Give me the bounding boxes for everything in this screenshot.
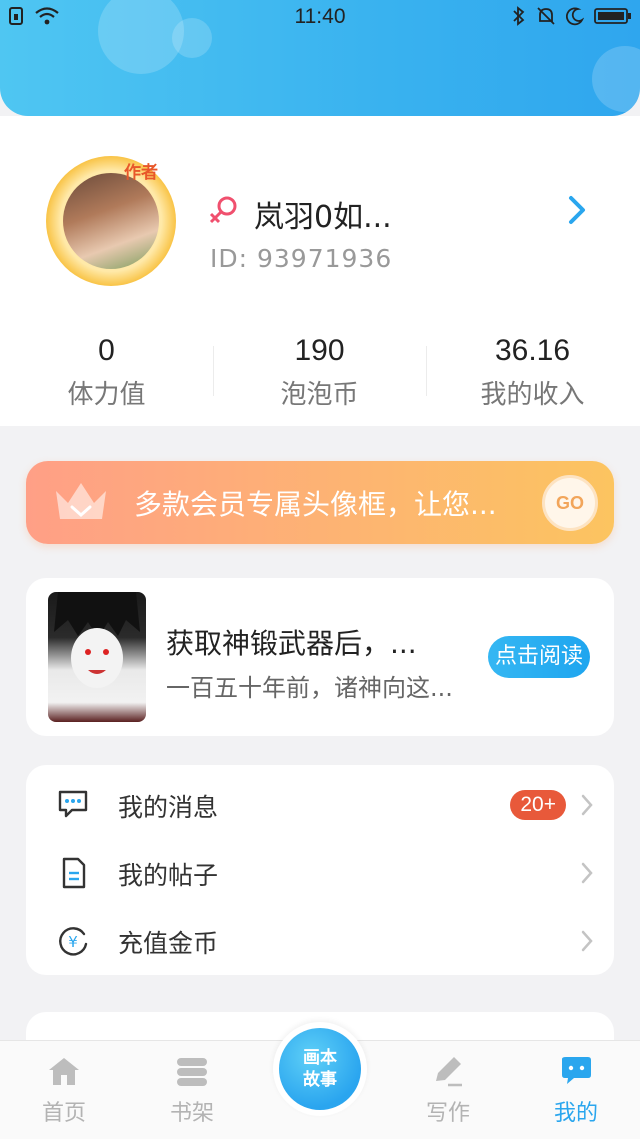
stats-row: 0 体力值 190 泡泡币 36.16 我的收入	[0, 334, 640, 414]
stat-value: 190	[294, 334, 345, 367]
status-bar: 11:40	[0, 0, 640, 34]
go-button[interactable]: GO	[542, 475, 598, 531]
menu-item-messages[interactable]: 我的消息 20+	[26, 770, 614, 836]
center-label-line1: 画本	[303, 1048, 337, 1068]
center-label-line2: 故事	[303, 1070, 337, 1090]
tab-label: 书架	[169, 1101, 214, 1126]
chevron-right-icon	[581, 862, 593, 884]
stat-bubble-coins[interactable]: 190 泡泡币	[213, 334, 426, 411]
document-icon	[62, 857, 86, 889]
moon-icon	[566, 7, 584, 26]
svg-text:¥: ¥	[68, 933, 78, 951]
tab-label: 写作	[425, 1101, 470, 1126]
stat-label: 泡泡币	[280, 380, 359, 410]
coin-icon: ¥	[59, 927, 88, 956]
tab-label: 首页	[41, 1101, 86, 1126]
bluetooth-icon	[513, 6, 525, 26]
username[interactable]: 岚羽0如...	[254, 192, 392, 236]
recommend-desc: 一百五十年前，诸神向这...	[166, 674, 453, 702]
recommend-title: 获取神锻武器后，...	[166, 627, 417, 660]
vip-banner[interactable]: 多款会员专属头像框，让您... GO	[26, 461, 614, 544]
pen-icon	[436, 1057, 462, 1087]
vip-banner-text: 多款会员专属头像框，让您...	[134, 488, 497, 521]
message-icon	[58, 790, 88, 818]
menu-label: 我的帖子	[118, 861, 219, 890]
tab-bookshelf[interactable]: 书架	[147, 1055, 237, 1127]
stat-stamina[interactable]: 0 体力值	[0, 334, 213, 411]
menu-label: 充值金币	[118, 929, 219, 958]
chat-bubble-icon	[562, 1057, 591, 1084]
picture-story-button[interactable]: 画本 故事	[273, 1022, 367, 1116]
chevron-right-icon	[581, 930, 593, 952]
avatar-image	[63, 173, 159, 269]
stat-label: 我的收入	[480, 380, 585, 410]
home-icon	[49, 1058, 79, 1085]
tab-home[interactable]: 首页	[19, 1055, 109, 1127]
stat-income[interactable]: 36.16 我的收入	[426, 334, 639, 411]
mute-icon	[537, 7, 555, 25]
stat-label: 体力值	[67, 380, 146, 410]
recommend-card[interactable]: 获取神锻武器后，... 一百五十年前，诸神向这... 点击阅读	[26, 578, 614, 736]
crown-icon	[56, 483, 106, 519]
chevron-right-icon	[581, 794, 593, 816]
read-button[interactable]: 点击阅读	[488, 636, 590, 678]
menu-label: 我的消息	[118, 793, 219, 822]
female-icon	[209, 196, 237, 224]
stat-value: 0	[98, 334, 115, 367]
tab-mine[interactable]: 我的	[531, 1055, 621, 1127]
author-tag: 作者	[124, 163, 158, 183]
unread-badge: 20+	[510, 790, 566, 820]
bookshelf-icon	[177, 1058, 207, 1086]
picture-story-inner: 画本 故事	[279, 1028, 361, 1110]
user-id: ID: 93971936	[210, 244, 393, 273]
chevron-right-icon[interactable]	[566, 194, 588, 226]
menu-item-recharge[interactable]: ¥ 充值金币	[26, 906, 614, 972]
book-cover[interactable]	[48, 592, 146, 722]
tab-write[interactable]: 写作	[403, 1055, 493, 1127]
stat-value: 36.16	[494, 334, 571, 367]
menu-card: 我的消息 20+ 我的帖子 ¥ 充值金币	[26, 765, 614, 975]
profile-card: 作者 岚羽0如... ID: 93971936 0 体力值 190 泡泡币 36…	[0, 116, 640, 426]
battery-icon	[594, 8, 631, 24]
avatar[interactable]: 作者	[46, 156, 176, 286]
menu-item-posts[interactable]: 我的帖子	[26, 838, 614, 904]
tab-label: 我的	[553, 1101, 598, 1126]
